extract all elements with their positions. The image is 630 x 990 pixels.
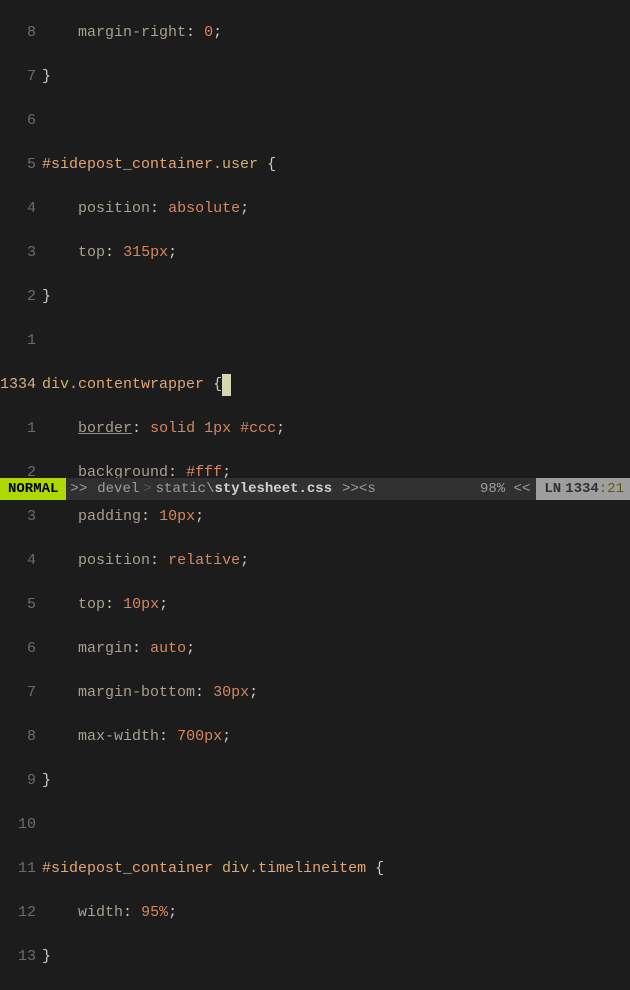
line-number: 4 xyxy=(0,198,42,220)
line-number: 12 xyxy=(0,902,42,924)
current-line-number: 1334 xyxy=(0,374,42,396)
code-line[interactable]: #sidepost_container.user { xyxy=(42,154,630,176)
line-number: 6 xyxy=(0,110,42,132)
code-line[interactable]: position: relative; xyxy=(42,550,630,572)
line-number: 4 xyxy=(0,550,42,572)
line-number: 5 xyxy=(0,594,42,616)
line-number: 1 xyxy=(0,330,42,352)
statusbar: NORMAL >> devel > static\stylesheet.css … xyxy=(0,478,630,500)
code-line[interactable]: max-width: 700px; xyxy=(42,726,630,748)
code-line[interactable]: padding: 10px; xyxy=(42,506,630,528)
mode-indicator: NORMAL xyxy=(0,478,66,500)
code-line[interactable]: #sidepost_container div.timelineitem { xyxy=(42,858,630,880)
line-number: 3 xyxy=(0,242,42,264)
code-line[interactable]: margin-right: 0; xyxy=(42,22,630,44)
line-number: 11 xyxy=(0,858,42,880)
file-path: devel > static\stylesheet.css xyxy=(91,478,338,500)
line-number: 13 xyxy=(0,946,42,968)
line-label: LN xyxy=(536,478,565,500)
code-line[interactable]: } xyxy=(42,946,630,968)
code-line[interactable]: } xyxy=(42,770,630,792)
code-line[interactable] xyxy=(42,330,630,352)
code-line[interactable]: } xyxy=(42,66,630,88)
line-number: 7 xyxy=(0,682,42,704)
code-line[interactable]: } xyxy=(42,286,630,308)
scroll-percent: 98% << xyxy=(474,478,536,500)
line-number: 1 xyxy=(0,418,42,440)
separator-icon: >><s xyxy=(338,478,380,500)
line-number: 3 xyxy=(0,506,42,528)
code-line[interactable]: top: 10px; xyxy=(42,594,630,616)
code-line-current[interactable]: div.contentwrapper { xyxy=(42,374,630,396)
editor-viewport[interactable]: 8 margin-right: 0; 7} 6 5#sidepost_conta… xyxy=(0,0,630,478)
code-line[interactable]: margin-bottom: 30px; xyxy=(42,682,630,704)
line-number: 8 xyxy=(0,22,42,44)
line-number: 2 xyxy=(0,286,42,308)
line-number: 8 xyxy=(0,726,42,748)
code-line[interactable]: position: absolute; xyxy=(42,198,630,220)
line-number: 6 xyxy=(0,638,42,660)
code-line[interactable] xyxy=(42,814,630,836)
line-value: 1334 xyxy=(565,478,599,500)
line-number: 5 xyxy=(0,154,42,176)
line-number: 7 xyxy=(0,66,42,88)
code-line[interactable]: top: 315px; xyxy=(42,242,630,264)
code-line[interactable]: width: 95%; xyxy=(42,902,630,924)
line-number: 9 xyxy=(0,770,42,792)
code-line[interactable]: margin: auto; xyxy=(42,638,630,660)
column-value: :21 xyxy=(599,478,630,500)
cursor xyxy=(222,374,231,396)
separator-icon: >> xyxy=(66,478,91,500)
code-line[interactable]: border: solid 1px #ccc; xyxy=(42,418,630,440)
code-line[interactable] xyxy=(42,110,630,132)
line-number: 10 xyxy=(0,814,42,836)
